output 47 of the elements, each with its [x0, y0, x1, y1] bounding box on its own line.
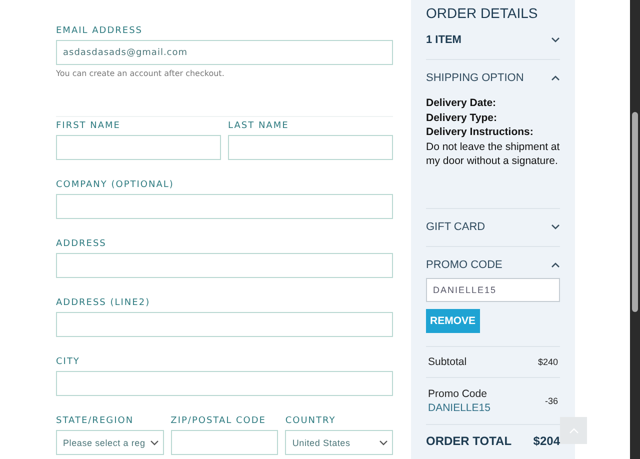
input-field[interactable]: [56, 371, 393, 396]
summary-label: Promo Code: [428, 386, 488, 400]
promo-code-text: DANIELLE15: [428, 400, 490, 414]
scroll-to-top-button[interactable]: [560, 417, 587, 444]
field-label: FIRST NAME: [56, 121, 122, 132]
summary-value: -36: [544, 396, 558, 406]
section-title[interactable]: SHIPPING OPTION: [426, 72, 524, 84]
input-field[interactable]: [170, 430, 278, 455]
chevron-up-icon[interactable]: [551, 262, 560, 268]
chevron-down-icon: [150, 440, 159, 446]
delivery-label: Delivery Instructions:: [426, 125, 534, 140]
field-label: CITY: [56, 357, 81, 368]
section-title[interactable]: 1 ITEM: [426, 34, 462, 46]
field-label: COMPANY (OPTIONAL): [56, 180, 175, 191]
chevron-down-icon: [379, 440, 388, 446]
panel-title: ORDER DETAILS: [426, 5, 539, 21]
summary-value: $240: [538, 356, 558, 366]
promo-code-field[interactable]: DANIELLE15: [426, 278, 560, 302]
field-label: STATE/REGION: [56, 416, 135, 427]
scrollbar[interactable]: [630, 0, 640, 459]
field-label: ADDRESS: [56, 239, 108, 250]
input-field[interactable]: [56, 253, 393, 278]
chevron-up-icon[interactable]: [551, 75, 560, 81]
section-title[interactable]: PROMO CODE: [426, 258, 502, 270]
delivery-label: Delivery Date:: [426, 96, 498, 110]
field-label: LAST NAME: [228, 121, 290, 132]
select-field[interactable]: United States: [285, 430, 394, 455]
chevron-down-icon[interactable]: [551, 224, 560, 230]
helper-text: You can create an account after checkout.: [56, 69, 226, 78]
select-field[interactable]: Please select a reg: [56, 430, 164, 455]
summary-label: Subtotal: [428, 356, 467, 368]
chevron-down-icon[interactable]: [551, 37, 560, 43]
delivery-note: Do not leave the shipment at my door without a signature.: [426, 140, 560, 168]
section-title[interactable]: GIFT CARD: [426, 220, 486, 232]
field-label: COUNTRY: [285, 416, 337, 427]
total-label: ORDER TOTAL: [426, 434, 512, 448]
chevron-up-icon: [568, 428, 578, 434]
field-label: ZIP/POSTAL CODE: [170, 416, 267, 427]
field-label: EMAIL ADDRESS: [56, 26, 144, 37]
input-field[interactable]: [56, 135, 221, 160]
field-label: ADDRESS (LINE2): [56, 298, 152, 309]
input-field[interactable]: [56, 312, 393, 337]
total-value: $204: [533, 434, 560, 448]
input-field[interactable]: [228, 135, 393, 160]
email-field[interactable]: asdasdasads@gmail.com: [56, 40, 393, 65]
delivery-label: Delivery Type:: [426, 110, 498, 125]
input-field[interactable]: [56, 194, 393, 219]
